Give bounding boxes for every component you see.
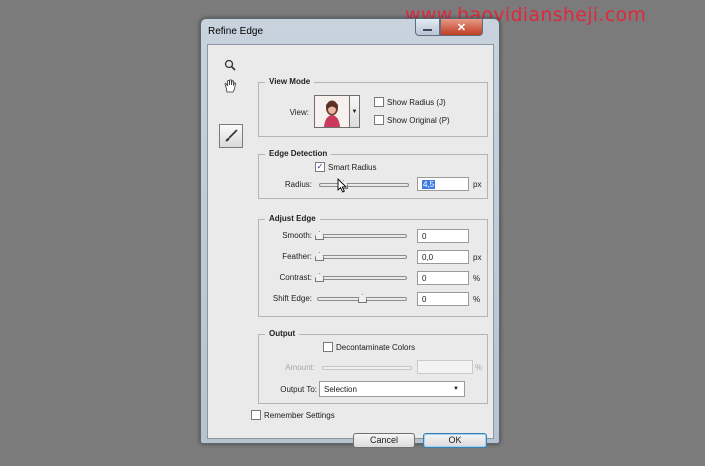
smooth-slider[interactable]	[315, 231, 407, 240]
adjust-edge-group: Adjust Edge Smooth: 0 Feather: 0,0 px Co…	[258, 214, 488, 317]
feather-label: Feather:	[282, 252, 312, 261]
shift-edge-unit: %	[473, 295, 481, 304]
smart-radius-checkbox[interactable]: ✓ Smart Radius	[315, 162, 376, 172]
show-original-check[interactable]	[374, 115, 384, 125]
dialog-body: View Mode View: ▼ Show Radius (J) Show O…	[207, 44, 494, 448]
smooth-input[interactable]: 0	[417, 229, 469, 243]
contrast-slider-handle[interactable]	[315, 273, 324, 282]
amount-input	[417, 360, 473, 374]
chevron-down-icon: ▼	[351, 108, 358, 115]
edge-detection-group: Edge Detection ✓ Smart Radius Radius: 4,…	[258, 149, 488, 199]
amount-label: Amount:	[285, 363, 315, 372]
cancel-button[interactable]: Cancel	[353, 433, 415, 448]
decontaminate-colors-check[interactable]	[323, 342, 333, 352]
feather-value: 0,0	[422, 253, 434, 262]
adjust-edge-heading: Adjust Edge	[265, 214, 320, 223]
radius-input[interactable]: 4,5	[417, 177, 469, 191]
shift-edge-slider[interactable]	[317, 294, 407, 303]
shift-edge-input[interactable]: 0	[417, 292, 469, 306]
output-heading: Output	[265, 329, 300, 338]
feather-slider-handle[interactable]	[315, 252, 324, 261]
minimize-icon	[423, 28, 432, 31]
view-mode-group: View Mode View: ▼ Show Radius (J) Show O…	[258, 77, 488, 137]
amount-slider	[322, 366, 412, 370]
feather-input[interactable]: 0,0	[417, 250, 469, 264]
show-radius-checkbox[interactable]: Show Radius (J)	[374, 97, 446, 107]
contrast-label: Contrast:	[279, 273, 312, 282]
output-to-value: Selection	[324, 385, 357, 394]
minimize-button[interactable]	[415, 19, 440, 36]
edge-detection-heading: Edge Detection	[265, 149, 332, 158]
feather-unit: px	[473, 253, 482, 262]
shift-edge-slider-handle[interactable]	[358, 294, 367, 303]
hand-icon[interactable]	[224, 79, 237, 96]
radius-value: 4,5	[422, 180, 436, 189]
close-button[interactable]: ✕	[440, 19, 483, 36]
contrast-unit: %	[473, 274, 481, 283]
title-bar[interactable]: Refine Edge ✕	[201, 19, 499, 43]
smart-radius-label: Smart Radius	[328, 162, 377, 172]
show-radius-check[interactable]	[374, 97, 384, 107]
output-to-label: Output To:	[280, 385, 317, 394]
show-radius-label: Show Radius (J)	[387, 97, 446, 107]
contrast-input[interactable]: 0	[417, 271, 469, 285]
amount-unit: %	[475, 363, 483, 372]
remember-settings-checkbox[interactable]: Remember Settings	[251, 410, 335, 420]
view-label: View:	[289, 108, 309, 117]
shift-edge-value: 0	[422, 295, 427, 304]
refine-radius-brush-icon[interactable]	[219, 124, 243, 148]
remember-settings-check[interactable]	[251, 410, 261, 420]
shift-edge-label: Shift Edge:	[272, 294, 312, 303]
smooth-label: Smooth:	[282, 231, 312, 240]
window-title: Refine Edge	[208, 26, 264, 37]
refine-edge-dialog: Refine Edge ✕ View Mode View: ▼ Show Rad…	[200, 18, 500, 448]
view-mode-thumbnail[interactable]	[314, 95, 350, 128]
decontaminate-colors-checkbox[interactable]: Decontaminate Colors	[323, 342, 415, 352]
radius-label: Radius:	[284, 180, 312, 189]
output-to-select[interactable]: Selection ▼	[319, 381, 465, 397]
contrast-value: 0	[422, 274, 427, 283]
smart-radius-check[interactable]: ✓	[315, 162, 325, 172]
radius-unit: px	[473, 180, 482, 189]
smooth-value: 0	[422, 232, 427, 241]
mouse-cursor-icon	[337, 178, 347, 193]
decontaminate-colors-label: Decontaminate Colors	[336, 342, 416, 352]
radius-slider[interactable]	[319, 180, 409, 189]
output-group: Output Decontaminate Colors Amount: % Ou…	[258, 329, 488, 404]
ok-button[interactable]: OK	[423, 433, 487, 448]
show-original-checkbox[interactable]: Show Original (P)	[374, 115, 450, 125]
close-icon: ✕	[456, 21, 467, 34]
remember-settings-label: Remember Settings	[264, 410, 335, 420]
chevron-down-icon: ▼	[453, 386, 459, 392]
smooth-slider-handle[interactable]	[315, 231, 324, 240]
feather-slider[interactable]	[315, 252, 407, 261]
zoom-icon[interactable]	[224, 59, 236, 74]
view-mode-heading: View Mode	[265, 77, 315, 86]
show-original-label: Show Original (P)	[387, 115, 450, 125]
view-mode-dropdown-button[interactable]: ▼	[350, 95, 360, 128]
contrast-slider[interactable]	[315, 273, 407, 282]
